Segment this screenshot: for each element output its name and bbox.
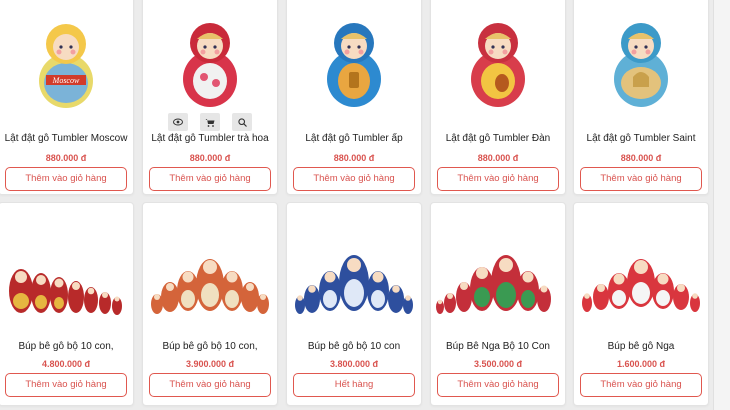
product-card[interactable]: Lật đật gỗ Tumbler trà hoa 880.000 đ Thê… — [142, 0, 278, 195]
quick-view-button[interactable] — [168, 113, 188, 131]
product-grid: Moscow Lật đật gỗ Tumbler Moscow 880.000… — [0, 0, 712, 410]
add-to-cart-button[interactable]: Thêm vào giỏ hàng — [580, 373, 702, 397]
product-name[interactable]: Lật đật gỗ Tumbler Saint — [578, 133, 704, 144]
add-to-cart-button[interactable]: Thêm vào giỏ hàng — [293, 167, 415, 191]
add-to-cart-button[interactable]: Thêm vào giỏ hàng — [580, 167, 702, 191]
product-card[interactable]: Búp bê gỗ Nga 1.600.000 đ Thêm vào giỏ h… — [573, 202, 709, 406]
product-price: 4.800.000 đ — [41, 359, 91, 369]
eye-icon — [173, 118, 183, 126]
product-price: 880.000 đ — [477, 153, 519, 163]
product-price: 880.000 đ — [620, 153, 662, 163]
add-to-cart-button[interactable]: Thêm vào giỏ hàng — [149, 167, 271, 191]
product-name[interactable]: Lật đật gỗ Tumbler ấp — [291, 133, 417, 144]
product-image[interactable] — [143, 227, 277, 331]
product-price: 880.000 đ — [45, 153, 87, 163]
product-price: 1.600.000 đ — [616, 359, 666, 369]
product-name[interactable]: Búp Bê Nga Bộ 10 Con — [435, 341, 561, 352]
product-name[interactable]: Lật đật gỗ Tumbler Moscow — [3, 133, 129, 144]
product-card[interactable]: Lật đật gỗ Tumbler Saint 880.000 đ Thêm … — [573, 0, 709, 195]
cart-icon — [205, 118, 215, 127]
out-of-stock-button[interactable]: Hết hàng — [293, 373, 415, 397]
product-image[interactable] — [574, 13, 708, 113]
product-name[interactable]: Lật đật gỗ Tumbler trà hoa — [147, 133, 273, 144]
product-price: 880.000 đ — [189, 153, 231, 163]
product-name[interactable]: Búp bê gỗ bộ 10 con — [291, 341, 417, 352]
product-name[interactable]: Búp bê gỗ bộ 10 con, — [147, 341, 273, 352]
product-image[interactable] — [431, 227, 565, 331]
product-card[interactable]: Búp bê gỗ bộ 10 con, 3.900.000 đ Thêm và… — [142, 202, 278, 406]
page-scrollbar[interactable] — [713, 0, 730, 410]
add-to-cart-button[interactable]: Thêm vào giỏ hàng — [149, 373, 271, 397]
product-price: 880.000 đ — [333, 153, 375, 163]
add-cart-quick-button[interactable] — [200, 113, 220, 131]
product-image[interactable] — [287, 13, 421, 113]
search-icon — [237, 117, 247, 127]
product-card[interactable]: Búp bê gỗ bộ 10 con, 4.800.000 đ Thêm và… — [0, 202, 134, 406]
product-price: 3.900.000 đ — [185, 359, 235, 369]
product-name[interactable]: Lật đật gỗ Tumbler Đàn — [435, 133, 561, 144]
product-image[interactable]: Moscow — [0, 13, 133, 113]
svg-text:Moscow: Moscow — [52, 76, 80, 85]
product-card[interactable]: Lật đật gỗ Tumbler ấp 880.000 đ Thêm vào… — [286, 0, 422, 195]
product-card[interactable]: Búp Bê Nga Bộ 10 Con 3.500.000 đ Thêm và… — [430, 202, 566, 406]
product-image[interactable] — [143, 13, 277, 113]
product-price: 3.500.000 đ — [473, 359, 523, 369]
product-card[interactable]: Búp bê gỗ bộ 10 con 3.800.000 đ Hết hàng — [286, 202, 422, 406]
product-image[interactable] — [431, 13, 565, 113]
product-image[interactable] — [287, 227, 421, 331]
product-card[interactable]: Moscow Lật đật gỗ Tumbler Moscow 880.000… — [0, 0, 134, 195]
product-name[interactable]: Búp bê gỗ bộ 10 con, — [3, 341, 129, 352]
product-image[interactable] — [574, 227, 708, 331]
product-price: 3.800.000 đ — [329, 359, 379, 369]
add-to-cart-button[interactable]: Thêm vào giỏ hàng — [437, 167, 559, 191]
product-image[interactable] — [0, 227, 133, 331]
add-to-cart-button[interactable]: Thêm vào giỏ hàng — [5, 167, 127, 191]
product-name[interactable]: Búp bê gỗ Nga — [578, 341, 704, 352]
add-to-cart-button[interactable]: Thêm vào giỏ hàng — [5, 373, 127, 397]
hover-actions — [143, 113, 277, 131]
zoom-button[interactable] — [232, 113, 252, 131]
product-card[interactable]: Lật đật gỗ Tumbler Đàn 880.000 đ Thêm và… — [430, 0, 566, 195]
add-to-cart-button[interactable]: Thêm vào giỏ hàng — [437, 373, 559, 397]
